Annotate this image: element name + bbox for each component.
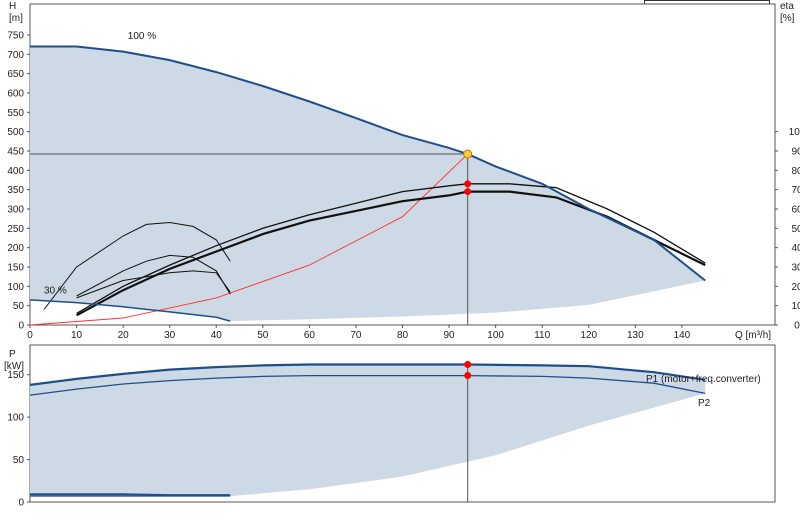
power-tick-label: 100 (7, 413, 24, 424)
power-tick-label: 50 (13, 455, 25, 466)
speed-annotation-2: 30 % (44, 285, 67, 296)
flow-tick-label: 130 (627, 330, 644, 341)
head-tick-label: 450 (7, 146, 24, 157)
head-tick-label: 550 (7, 108, 24, 119)
power-axis-unit: [kW] (4, 361, 24, 372)
eta-tick-label: 50 (791, 224, 800, 235)
flow-tick-label: 100 (487, 330, 504, 341)
eta-tick-label: 70 (791, 185, 800, 196)
head-axis-title: H (9, 1, 16, 12)
flow-tick-label: 30 (164, 330, 176, 341)
eta-axis-title: eta (780, 1, 794, 12)
head-tick-label: 750 (7, 30, 24, 41)
head-tick-label: 700 (7, 50, 24, 61)
eta-operating-point-1 (464, 180, 472, 188)
p2-series-label: P2 (698, 398, 711, 409)
power-axis-title: P (9, 349, 16, 360)
eta-tick-label: 10 (791, 301, 800, 312)
eta-tick-label: 60 (791, 204, 800, 215)
flow-tick-label: 120 (580, 330, 597, 341)
eta-tick-label: 0 (794, 321, 800, 332)
power-curve-3 (30, 493, 231, 497)
power-operating-point-2 (464, 372, 472, 380)
speed-annotation-1: 100 % (128, 31, 156, 42)
flow-tick-label: 90 (444, 330, 456, 341)
eta-tick-label: 40 (791, 243, 800, 254)
eta-operating-point-2 (464, 188, 472, 196)
head-tick-label: 350 (7, 185, 24, 196)
power-tick-label: 0 (18, 498, 24, 509)
flow-tick-label: 50 (257, 330, 269, 341)
head-axis-unit: [m] (9, 13, 23, 24)
flow-tick-label: 140 (674, 330, 691, 341)
head-tick-label: 100 (7, 282, 24, 293)
flow-tick-label: 80 (397, 330, 409, 341)
eta-tick-label: 90 (791, 146, 800, 157)
eta-tick-label: 80 (791, 166, 800, 177)
head-tick-label: 300 (7, 204, 24, 215)
head-tick-label: 200 (7, 243, 24, 254)
eta-tick-label: 20 (791, 282, 800, 293)
head-tick-label: 600 (7, 88, 24, 99)
flow-tick-label: 0 (27, 330, 33, 341)
flow-tick-label: 60 (304, 330, 316, 341)
flow-axis-label: Q [m³/h] (735, 330, 771, 341)
p1-series-label: P1 (motor+freq.converter) (646, 374, 761, 385)
head-tick-label: 50 (13, 301, 25, 312)
flow-tick-label: 10 (71, 330, 83, 341)
head-tick-label: 400 (7, 166, 24, 177)
flow-tick-label: 20 (118, 330, 130, 341)
eta-tick-label: 30 (791, 262, 800, 273)
eta-tick-label: 100 (789, 127, 800, 138)
flow-tick-label: 40 (211, 330, 223, 341)
head-tick-label: 0 (18, 321, 24, 332)
power-operating-point-1 (464, 361, 472, 369)
head-tick-label: 500 (7, 127, 24, 138)
duty-point (463, 149, 473, 159)
flow-tick-label: 110 (534, 330, 550, 341)
eta-axis-unit: [%] (780, 13, 795, 24)
head-tick-label: 650 (7, 69, 24, 80)
head-tick-label: 150 (7, 262, 24, 273)
flow-tick-label: 70 (350, 330, 362, 341)
head-tick-label: 250 (7, 224, 24, 235)
pump-curve-chart: 0501001502002503003504004505005506006507… (4, 1, 800, 509)
